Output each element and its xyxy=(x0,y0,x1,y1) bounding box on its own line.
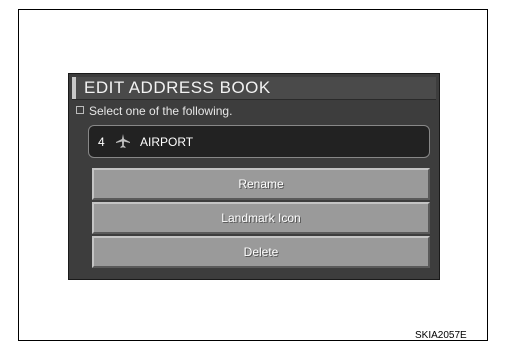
figure-id: SKIA2057E xyxy=(415,330,467,341)
selected-address-entry: 4 AIRPORT xyxy=(88,125,430,158)
entry-name: AIRPORT xyxy=(140,135,194,149)
nav-display-screen: EDIT ADDRESS BOOK Select one of the foll… xyxy=(68,73,440,280)
instruction-text: Select one of the following. xyxy=(76,104,232,118)
landmark-icon-button[interactable]: Landmark Icon xyxy=(92,202,430,234)
screen-title: EDIT ADDRESS BOOK xyxy=(84,78,271,97)
instruction-label: Select one of the following. xyxy=(89,104,233,118)
title-bar: EDIT ADDRESS BOOK xyxy=(72,77,436,100)
delete-button[interactable]: Delete xyxy=(92,236,430,268)
title-accent xyxy=(72,77,76,99)
bullet-icon xyxy=(76,106,84,114)
rename-button[interactable]: Rename xyxy=(92,168,430,200)
airplane-icon xyxy=(115,133,131,149)
entry-number: 4 xyxy=(98,135,105,149)
